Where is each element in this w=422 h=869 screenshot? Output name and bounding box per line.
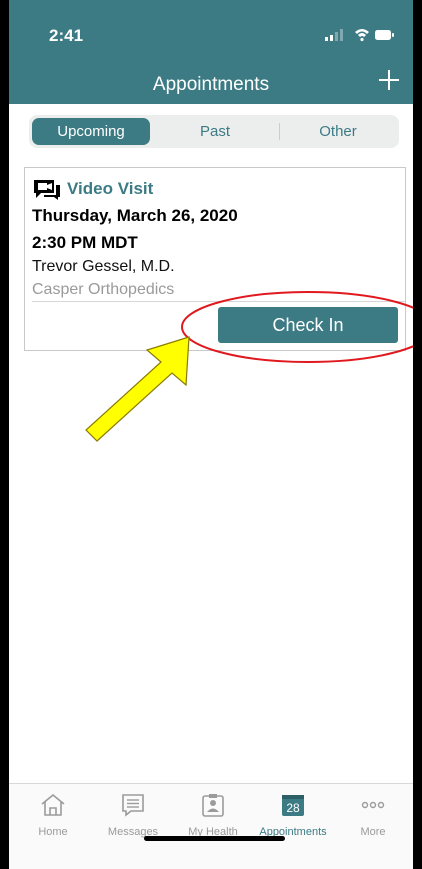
provider-name: Trevor Gessel, M.D. <box>32 258 175 275</box>
annotation-arrow <box>85 336 190 442</box>
appointment-date: Thursday, March 26, 2020 <box>32 206 238 225</box>
status-time: 2:41 <box>49 26 84 45</box>
tab-bar: Home Messages My Health 28 Appointments … <box>9 783 413 869</box>
tab-more[interactable]: More <box>337 784 409 846</box>
phone-screen: 2:41 Appointments Upcoming Past Other Vi… <box>9 0 413 869</box>
page-title: Appointments <box>152 74 270 95</box>
calendar-icon: 28 <box>282 795 304 816</box>
more-icon <box>361 801 385 809</box>
home-icon <box>41 793 65 816</box>
appointment-time: 2:30 PM MDT <box>32 233 138 252</box>
video-chat-icon <box>34 180 60 200</box>
visit-type-label: Video Visit <box>67 179 154 198</box>
my-health-icon <box>202 794 224 817</box>
tab-upcoming[interactable]: Upcoming <box>32 118 150 145</box>
home-indicator[interactable] <box>144 836 285 841</box>
tab-label-home: Home <box>38 826 68 838</box>
check-in-button[interactable]: Check In <box>218 307 398 343</box>
add-appointment-button[interactable] <box>375 66 403 94</box>
appointment-card[interactable]: Video Visit Thursday, March 26, 2020 2:3… <box>24 167 406 351</box>
battery-icon <box>375 30 394 40</box>
tab-other[interactable]: Other <box>280 115 396 148</box>
tab-past[interactable]: Past <box>160 115 270 148</box>
messages-icon <box>122 794 144 817</box>
tab-home[interactable]: Home <box>17 784 89 846</box>
signal-icon <box>325 29 343 41</box>
wifi-icon <box>355 29 369 42</box>
card-divider <box>32 301 405 302</box>
tab-label-more: More <box>360 826 386 838</box>
app-header: 2:41 Appointments <box>9 0 413 104</box>
calendar-badge: 28 <box>286 801 300 815</box>
department-name: Casper Orthopedics <box>32 281 175 298</box>
segmented-control: Upcoming Past Other <box>29 115 399 148</box>
status-icons <box>325 29 394 42</box>
